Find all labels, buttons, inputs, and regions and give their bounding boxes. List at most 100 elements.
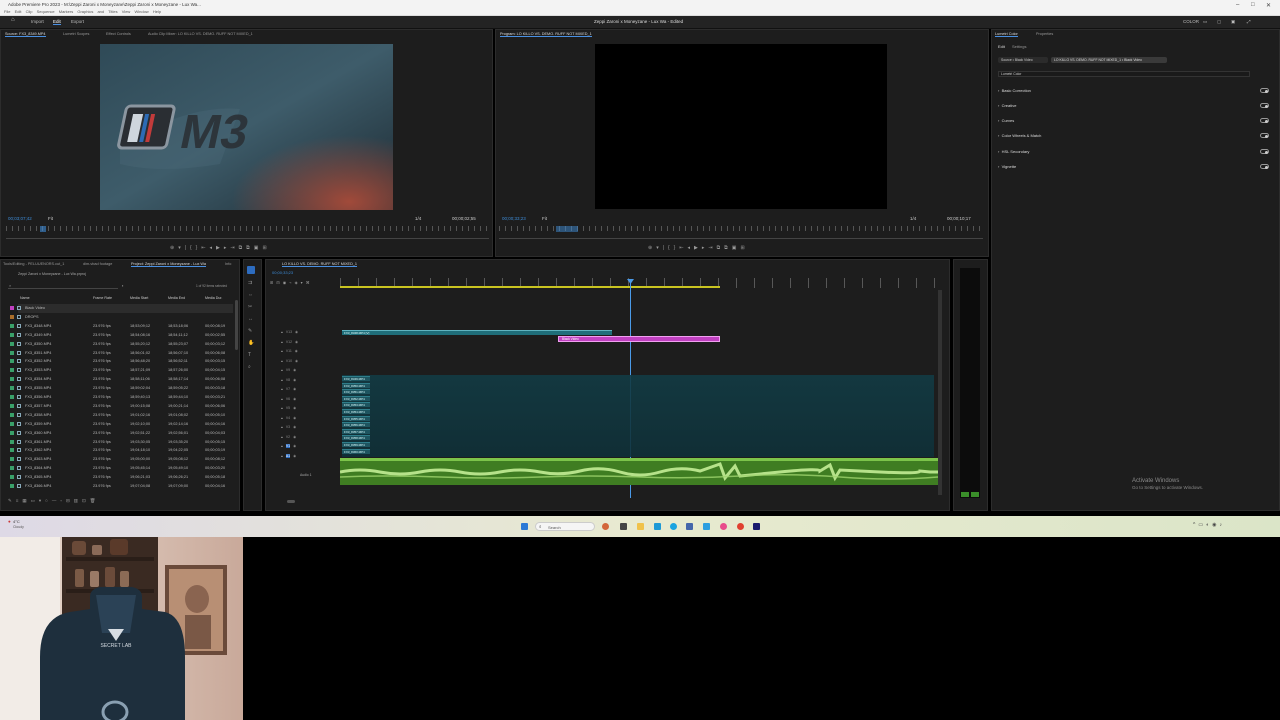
program-timecode[interactable]: 00;00;33;23 bbox=[502, 216, 526, 221]
eye-icon[interactable]: ◉ bbox=[294, 340, 298, 344]
menu-clip[interactable]: Clip bbox=[26, 9, 33, 14]
lock-icon[interactable]: 🔒︎ bbox=[281, 425, 284, 429]
project-row[interactable]: Black Video bbox=[10, 304, 233, 313]
timeline-timecode[interactable]: 00;00;33;23 bbox=[272, 270, 293, 275]
section-basic-correction[interactable]: › Basic Correction bbox=[998, 88, 1031, 93]
video-clip[interactable]: FX3_8359.MP4 bbox=[342, 442, 370, 447]
video-clip[interactable]: FX3_8355.MP4 bbox=[342, 415, 370, 421]
track-label[interactable]: V9 bbox=[286, 368, 290, 372]
video-clip[interactable]: FX3_8353.MP4 bbox=[342, 402, 370, 408]
tab-tools-editing[interactable]: Tools/Editing - PELUUENORS.cut_1 bbox=[3, 262, 64, 266]
project-row[interactable]: FX3_8361.MP4 23.976 fps 19;03;30;05 19;03;3… bbox=[10, 438, 233, 447]
source-playhead[interactable] bbox=[40, 226, 46, 232]
track-label[interactable]: V11 bbox=[286, 349, 292, 353]
project-row[interactable]: FX3_8365.MP4 23.976 fps 19;06;21;03 19;06;2… bbox=[10, 473, 233, 482]
eye-icon[interactable]: ◉ bbox=[292, 425, 296, 429]
track-header[interactable]: 🔒︎ V13 ◉ bbox=[281, 330, 298, 334]
tab-lumetri-scopes[interactable]: Lumetri Scopes bbox=[63, 32, 89, 36]
track-label[interactable]: V4 bbox=[286, 416, 290, 420]
track-label[interactable]: V1 bbox=[285, 444, 291, 448]
track-label[interactable]: V12 bbox=[286, 340, 292, 344]
lumetri-effect-dropdown[interactable]: Lumetri Color bbox=[998, 71, 1250, 77]
project-row[interactable]: FX3_8359.MP4 23.976 fps 19;02;10;00 19;02;1… bbox=[10, 420, 233, 429]
track-label[interactable]: A1 bbox=[285, 453, 291, 458]
track-header[interactable]: 🔒︎ V3 ◉ bbox=[281, 425, 296, 429]
program-zoom-bar[interactable] bbox=[499, 238, 983, 239]
menu-markers[interactable]: Markers bbox=[59, 9, 73, 14]
audio-clip[interactable] bbox=[340, 458, 938, 485]
quick-export-icon[interactable]: ▣ bbox=[1231, 19, 1235, 25]
lock-icon[interactable]: 🔒︎ bbox=[281, 397, 284, 401]
source-transport-controls[interactable]: ⊕▾|{}⇤◂▶▸⇥⧉⧉▣⊞ bbox=[170, 245, 271, 251]
track-label[interactable]: V3 bbox=[286, 425, 290, 429]
menu-sequence[interactable]: Sequence bbox=[37, 9, 55, 14]
toggle-vignette[interactable] bbox=[1260, 164, 1269, 169]
track-header[interactable]: 🔒︎ V1 ◉ bbox=[281, 444, 296, 448]
project-row[interactable]: FX3_8363.MP4 23.976 fps 19;05;00;00 19;05;0… bbox=[10, 455, 233, 464]
chrome-icon[interactable] bbox=[737, 523, 744, 530]
track-header[interactable]: 🔒︎ V12 ◉ bbox=[281, 340, 298, 344]
source-fit-dropdown[interactable]: Fit bbox=[48, 216, 53, 221]
track-header[interactable]: 🔒︎ V7 ◉ bbox=[281, 387, 296, 391]
tab-dim-footage[interactable]: dim-vbad footage bbox=[83, 262, 112, 266]
video-clip[interactable]: FX3_8356.MP4 bbox=[342, 422, 370, 428]
project-search-input[interactable] bbox=[8, 284, 118, 289]
project-row[interactable]: FX3_8360.MP4 23.976 fps 19;02;51;22 19;02;5… bbox=[10, 429, 233, 438]
source-ratio-dropdown[interactable]: 1/4 bbox=[415, 216, 421, 221]
edge-icon[interactable] bbox=[654, 523, 661, 530]
tab-import[interactable]: Import bbox=[31, 19, 44, 24]
tab-properties[interactable]: Properties bbox=[1036, 32, 1053, 36]
lock-icon[interactable]: 🔒︎ bbox=[281, 330, 284, 334]
track-header[interactable]: 🔒︎ V5 ◉ bbox=[281, 406, 296, 410]
black-video-clip[interactable]: Black Video bbox=[558, 336, 720, 342]
menu-file[interactable]: File bbox=[4, 9, 10, 14]
project-scrollbar[interactable] bbox=[235, 300, 238, 350]
track-label[interactable]: V5 bbox=[286, 406, 290, 410]
telegram-icon[interactable] bbox=[703, 523, 710, 530]
close-icon[interactable]: ✕ bbox=[1266, 2, 1271, 9]
toggle-color-wheels[interactable] bbox=[1260, 133, 1269, 138]
razor-icon[interactable]: ✂ bbox=[248, 304, 252, 310]
lock-icon[interactable]: 🔒︎ bbox=[281, 435, 284, 439]
eye-icon[interactable]: ◉ bbox=[292, 387, 296, 391]
menu-view[interactable]: View bbox=[122, 9, 131, 14]
project-row[interactable]: FX3_8362.MP4 23.976 fps 19;04;18;10 19;04;2… bbox=[10, 446, 233, 455]
video-clip-top[interactable]: FX3_8348.MP4 [V] bbox=[342, 330, 612, 335]
track-select-icon[interactable]: ⇉ bbox=[248, 280, 252, 286]
lock-icon[interactable]: 🔒︎ bbox=[281, 387, 284, 391]
tab-lumetri-color[interactable]: Lumetri Color bbox=[995, 32, 1018, 37]
track-label[interactable]: V13 bbox=[286, 330, 292, 334]
section-curves[interactable]: › Curves bbox=[998, 118, 1014, 123]
bin-icon[interactable]: ▪ bbox=[122, 283, 123, 288]
col-media-start[interactable]: Media Start bbox=[130, 296, 148, 300]
tab-effect-controls[interactable]: Effect Controls bbox=[106, 32, 131, 36]
project-row[interactable]: FX3_8357.MP4 23.976 fps 19;00;15;08 19;00;2… bbox=[10, 402, 233, 411]
system-tray[interactable]: ^▭◐◉♪ bbox=[1193, 522, 1225, 528]
col-name[interactable]: Name bbox=[20, 296, 30, 300]
fullscreen-icon[interactable]: ⤢ bbox=[1247, 19, 1251, 24]
tab-program[interactable]: Program: LO KILLO VS. DEMO. RUFF NOT MIX… bbox=[500, 32, 592, 37]
program-playhead[interactable] bbox=[556, 226, 578, 232]
program-fit-dropdown[interactable]: Fit bbox=[542, 216, 547, 221]
clip-pill-sequence[interactable]: LO KILLO VS. DEMO. RUFF NOT MIXED_1 • Bl… bbox=[1051, 57, 1167, 63]
track-label[interactable]: V6 bbox=[286, 397, 290, 401]
widgets-icon[interactable] bbox=[602, 523, 609, 530]
section-color-wheels[interactable]: › Color Wheels & Match bbox=[998, 133, 1041, 138]
toggle-creative[interactable] bbox=[1260, 103, 1269, 108]
source-zoom-bar[interactable] bbox=[6, 238, 489, 239]
share-icon[interactable]: ▢ bbox=[1217, 19, 1221, 25]
menu-help[interactable]: Help bbox=[153, 9, 161, 14]
project-row[interactable]: FX3_8349.MP4 23.976 fps 18;54;08;16 18;54;1… bbox=[10, 331, 233, 340]
project-row[interactable]: FX3_8350.MP4 23.976 fps 18;55;20;12 18;55;2… bbox=[10, 340, 233, 349]
project-row[interactable]: FX3_8355.MP4 23.976 fps 18;59;02;04 18;59;0… bbox=[10, 384, 233, 393]
tab-project[interactable]: Project: Zeppi Zaroni x Moneyzane - Lux … bbox=[131, 262, 206, 267]
pen-icon[interactable]: ✎ bbox=[248, 328, 252, 334]
lock-icon[interactable]: 🔒︎ bbox=[281, 454, 284, 458]
track-header[interactable]: 🔒︎ V8 ◉ bbox=[281, 378, 296, 382]
lumetri-subtab-edit[interactable]: Edit bbox=[998, 44, 1005, 49]
menu-edit[interactable]: Edit bbox=[15, 9, 22, 14]
mail-icon[interactable] bbox=[686, 523, 693, 530]
taskbar-search[interactable]: ⌕ Search bbox=[535, 522, 595, 531]
toggle-curves[interactable] bbox=[1260, 118, 1269, 123]
project-row[interactable]: FX3_8354.MP4 23.976 fps 18;58;11;06 18;58;1… bbox=[10, 375, 233, 384]
